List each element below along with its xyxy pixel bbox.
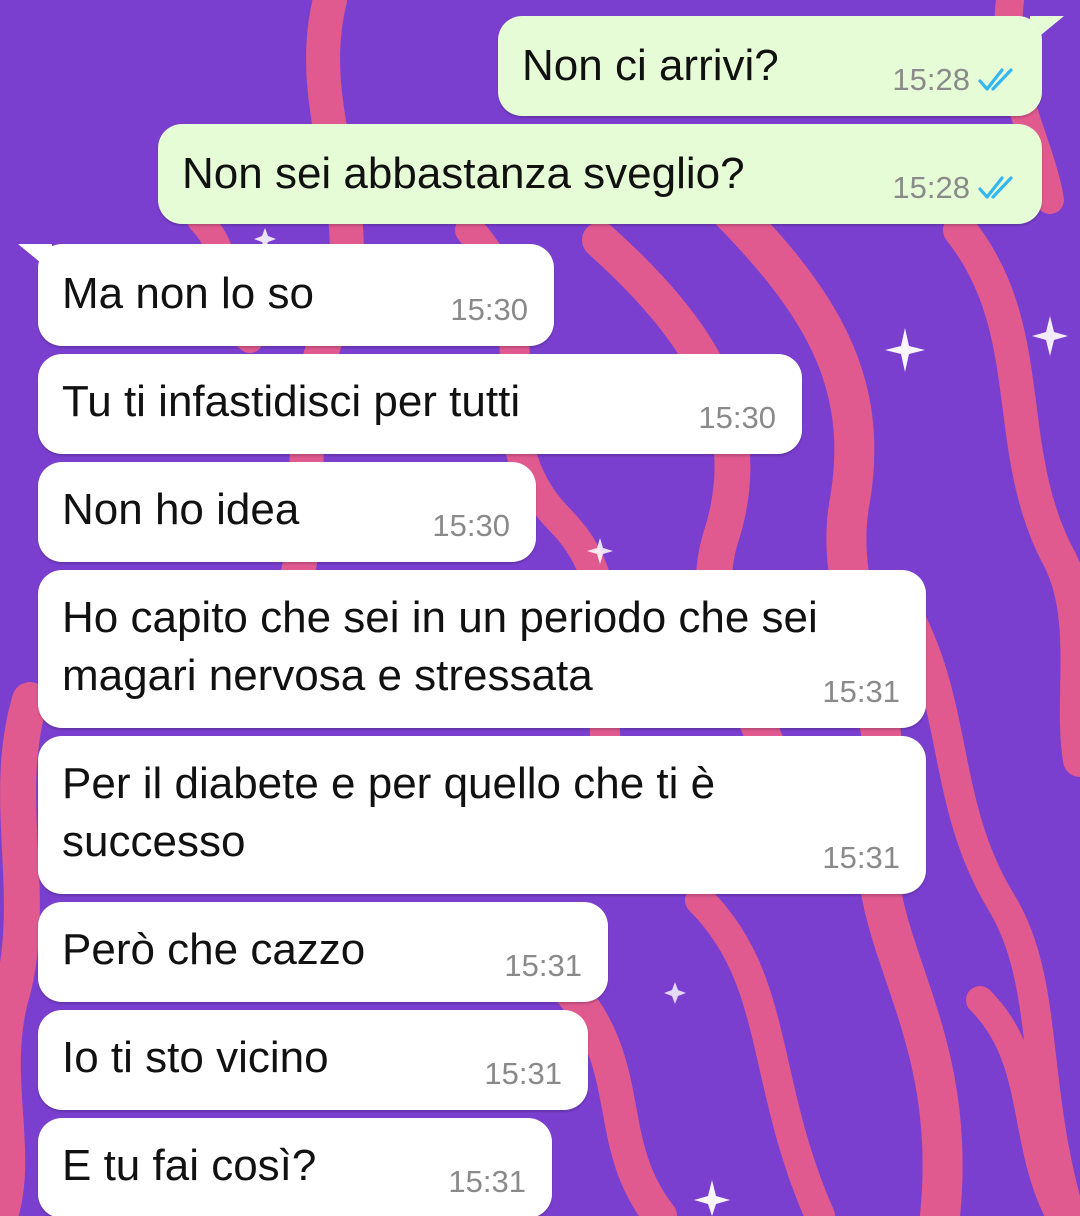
message-bubble-incoming[interactable]: Non ho idea 15:30: [38, 462, 536, 562]
message-timestamp: 15:31: [448, 1164, 526, 1199]
message-text: Non ho idea: [62, 485, 300, 534]
message-timestamp: 15:28: [892, 170, 970, 205]
message-bubble-outgoing[interactable]: Non sei abbastanza sveglio? 15:28: [158, 124, 1042, 224]
message-timestamp: 15:30: [432, 508, 510, 543]
message-text: Tu ti infastidisci per tutti: [62, 377, 521, 426]
message-text-line: successo: [62, 817, 246, 866]
message-text-line: magari nervosa e stressata: [62, 651, 593, 700]
message-bubble-incoming[interactable]: Per il diabete e per quello che ti è suc…: [38, 736, 926, 894]
double-check-read-icon: [978, 68, 1013, 91]
message-timestamp: 15:28: [892, 62, 970, 97]
message-bubble-outgoing[interactable]: Non ci arrivi? 15:28: [498, 16, 1042, 116]
message-bubble-incoming[interactable]: Però che cazzo 15:31: [38, 902, 608, 1002]
message-bubble-incoming[interactable]: Tu ti infastidisci per tutti 15:30: [38, 354, 802, 454]
message-text: Ma non lo so: [62, 269, 314, 318]
message-text: Io ti sto vicino: [62, 1033, 329, 1082]
message-bubble-incoming[interactable]: E tu fai così? 15:31: [38, 1118, 552, 1216]
message-timestamp: 15:30: [450, 292, 528, 327]
double-check-read-icon: [978, 176, 1013, 199]
message-bubble-incoming[interactable]: Ho capito che sei in un periodo che sei …: [38, 570, 926, 728]
message-text-line: Ho capito che sei in un periodo che sei: [62, 593, 818, 642]
message-text-line: Per il diabete e per quello che ti è: [62, 759, 716, 808]
message-bubble-incoming[interactable]: Io ti sto vicino 15:31: [38, 1010, 588, 1110]
message-text: Non ci arrivi?: [522, 41, 779, 90]
message-timestamp: 15:31: [484, 1056, 562, 1091]
message-timestamp: 15:31: [822, 840, 900, 875]
message-timestamp: 15:31: [822, 674, 900, 709]
message-text: E tu fai così?: [62, 1141, 317, 1190]
message-timestamp: 15:30: [698, 400, 776, 435]
message-bubble-incoming[interactable]: Ma non lo so 15:30: [38, 244, 554, 346]
message-timestamp: 15:31: [504, 948, 582, 983]
message-text: Non sei abbastanza sveglio?: [182, 149, 745, 198]
message-text: Però che cazzo: [62, 925, 366, 974]
